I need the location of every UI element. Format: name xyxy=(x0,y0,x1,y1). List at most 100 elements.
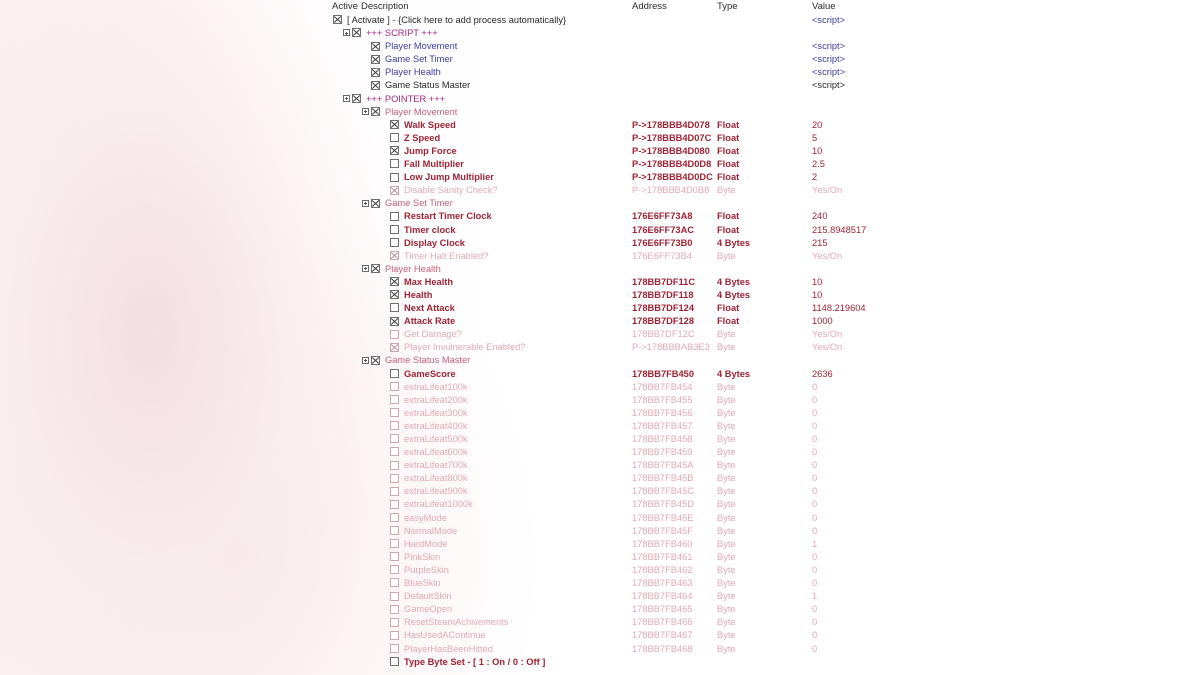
entry-value[interactable]: 0 xyxy=(812,551,817,564)
entry-description[interactable]: extraLifeat300k xyxy=(404,407,468,420)
entry-value[interactable]: 0 xyxy=(812,512,817,525)
entry-description[interactable]: Player Health xyxy=(385,66,441,79)
entry-value[interactable]: 0 xyxy=(812,577,817,590)
active-checkbox-unchecked[interactable] xyxy=(390,617,399,627)
entry-address[interactable]: 178BB7FB464 xyxy=(632,590,692,603)
entry-value[interactable]: 0 xyxy=(812,433,817,446)
entry-description[interactable]: PlayerHasBeenHitted xyxy=(404,643,493,656)
entry-type[interactable]: Byte xyxy=(717,394,736,407)
entry-value[interactable]: 0 xyxy=(812,381,817,394)
entry-value[interactable]: 10 xyxy=(812,289,822,302)
entry-description[interactable]: Timer Halt Enabled? xyxy=(404,250,488,263)
entry-value[interactable]: 2636 xyxy=(812,368,833,381)
entry-value[interactable]: 240 xyxy=(812,210,828,223)
entry-address[interactable]: P->178BBB4D0DC xyxy=(632,171,713,184)
entry-type[interactable]: 4 Bytes xyxy=(717,289,750,302)
entry-type[interactable]: Float xyxy=(717,210,739,223)
table-row[interactable]: Player Movement <script> xyxy=(330,40,1200,53)
active-checkbox-checked[interactable] xyxy=(390,146,399,156)
table-row[interactable]: BlueSkin 178BB7FB463 Byte 0 xyxy=(330,577,1200,590)
entry-value[interactable]: 0 xyxy=(812,616,817,629)
active-checkbox-unchecked[interactable] xyxy=(390,382,399,392)
entry-value[interactable]: <script> xyxy=(812,40,845,53)
active-checkbox-checked[interactable] xyxy=(371,107,380,117)
entry-value[interactable]: 0 xyxy=(812,564,817,577)
entry-address[interactable]: 178BB7FB454 xyxy=(632,381,692,394)
entry-type[interactable]: Float xyxy=(717,171,739,184)
entry-value[interactable]: Yes/On xyxy=(812,250,842,263)
entry-description[interactable]: BlueSkin xyxy=(404,577,441,590)
table-row[interactable]: extraLifeat300k 178BB7FB456 Byte 0 xyxy=(330,407,1200,420)
entry-description[interactable]: Player Health xyxy=(385,263,441,276)
entry-type[interactable]: Byte xyxy=(717,512,736,525)
entry-address[interactable]: 178BB7DF128 xyxy=(632,315,694,328)
entry-type[interactable]: Byte xyxy=(717,433,736,446)
entry-address[interactable]: P->178BBB4D0D8 xyxy=(632,158,711,171)
entry-type[interactable]: Byte xyxy=(717,564,736,577)
entry-type[interactable]: Float xyxy=(717,132,739,145)
table-row[interactable]: Game Status Master <script> xyxy=(330,79,1200,92)
entry-description[interactable]: Player Invulnerable Enabled? xyxy=(404,341,525,354)
entry-description[interactable]: Next Attack xyxy=(404,302,455,315)
entry-address[interactable]: 178BB7FB45F xyxy=(632,525,693,538)
entry-value[interactable]: 5 xyxy=(812,132,817,145)
entry-description[interactable]: Game Set Timer xyxy=(385,197,453,210)
expand-plus-icon[interactable] xyxy=(343,94,350,102)
entry-type[interactable]: Float xyxy=(717,302,739,315)
entry-type[interactable]: Byte xyxy=(717,616,736,629)
table-row[interactable]: Game Set Timer <script> xyxy=(330,53,1200,66)
table-row[interactable]: extraLifeat100k 178BB7FB454 Byte 0 xyxy=(330,381,1200,394)
entry-value[interactable]: 1 xyxy=(812,590,817,603)
entry-description[interactable]: easyMode xyxy=(404,512,447,525)
table-row[interactable]: extraLifeat600k 178BB7FB459 Byte 0 xyxy=(330,446,1200,459)
entry-address[interactable]: 178BB7FB45D xyxy=(632,498,694,511)
entry-address[interactable]: 178BB7FB45E xyxy=(632,512,694,525)
entry-description[interactable]: Type Byte Set - [ 1 : On / 0 : Off ] xyxy=(404,656,545,669)
entry-address[interactable]: P->178BBB4D080 xyxy=(632,145,710,158)
entry-description[interactable]: Game Status Master xyxy=(385,79,470,92)
entry-value[interactable]: <script> xyxy=(812,66,845,79)
active-checkbox-checked[interactable] xyxy=(390,290,399,300)
active-checkbox-checked[interactable] xyxy=(390,316,399,326)
entry-description[interactable]: extraLifeat500k xyxy=(404,433,468,446)
table-row[interactable]: Jump Force P->178BBB4D080 Float 10 xyxy=(330,145,1200,158)
entry-value[interactable]: 0 xyxy=(812,485,817,498)
entry-address[interactable]: 178BB7FB458 xyxy=(632,433,692,446)
table-row[interactable]: Fall Multiplier P->178BBB4D0D8 Float 2.5 xyxy=(330,158,1200,171)
entry-address[interactable]: 178BB7FB456 xyxy=(632,407,692,420)
table-row[interactable]: extraLifeat800k 178BB7FB45B Byte 0 xyxy=(330,472,1200,485)
entry-address[interactable]: 176E6FF73AC xyxy=(632,224,694,237)
entry-address[interactable]: 178BB7FB45C xyxy=(632,485,694,498)
entry-description[interactable]: Player Movement xyxy=(385,106,457,119)
entry-value[interactable]: 2 xyxy=(812,171,817,184)
entry-type[interactable]: Byte xyxy=(717,577,736,590)
table-row[interactable]: PurpleSkin 178BB7FB462 Byte 0 xyxy=(330,564,1200,577)
entry-value[interactable]: 0 xyxy=(812,643,817,656)
active-checkbox-checked[interactable] xyxy=(371,54,380,64)
active-checkbox-checked[interactable] xyxy=(371,264,380,274)
entry-type[interactable]: 4 Bytes xyxy=(717,237,750,250)
active-checkbox-checked[interactable] xyxy=(371,198,380,208)
table-row[interactable]: Type Byte Set - [ 1 : On / 0 : Off ] xyxy=(330,656,1200,669)
column-header-type[interactable]: Type xyxy=(717,0,738,14)
entry-value[interactable]: 0 xyxy=(812,472,817,485)
active-checkbox-unchecked[interactable] xyxy=(390,499,399,509)
entry-description[interactable]: +++ SCRIPT +++ xyxy=(366,27,438,40)
entry-value[interactable]: <script> xyxy=(812,53,845,66)
entry-description[interactable]: Get Damage? xyxy=(404,328,462,341)
column-header-description[interactable]: Description xyxy=(361,0,409,14)
entry-description[interactable]: Max Health xyxy=(404,276,453,289)
entry-address[interactable]: 178BB7FB467 xyxy=(632,629,692,642)
active-checkbox-unchecked[interactable] xyxy=(390,421,399,431)
active-checkbox-unchecked[interactable] xyxy=(390,224,399,234)
active-checkbox-checked[interactable] xyxy=(390,185,399,195)
entry-description[interactable]: Walk Speed xyxy=(404,119,456,132)
entry-type[interactable]: Byte xyxy=(717,485,736,498)
entry-value[interactable]: 0 xyxy=(812,407,817,420)
table-row[interactable]: Attack Rate 178BB7DF128 Float 1000 xyxy=(330,315,1200,328)
active-checkbox-unchecked[interactable] xyxy=(390,552,399,562)
entry-value[interactable]: 0 xyxy=(812,459,817,472)
entry-description[interactable]: HasUsedAContinue xyxy=(404,629,486,642)
entry-type[interactable]: Byte xyxy=(717,472,736,485)
entry-type[interactable]: Float xyxy=(717,145,739,158)
